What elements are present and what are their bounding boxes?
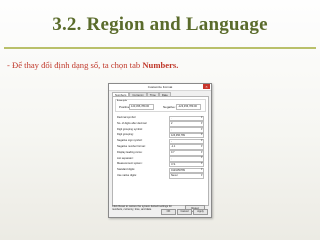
setting-row: Use native digits: Never xyxy=(117,173,205,180)
cancel-button[interactable]: Cancel xyxy=(177,209,192,215)
apply-button[interactable]: Apply xyxy=(193,209,208,215)
title-divider xyxy=(4,47,316,49)
bullet-text: - Để thay đổi định dạng số, ta chọn tab … xyxy=(7,60,178,70)
format-settings: Decimal symbol:. No. of digits after dec… xyxy=(117,115,205,180)
dialog-titlebar: Customize Format × xyxy=(109,84,211,91)
bullet-emphasis: Numbers. xyxy=(142,60,179,70)
setting-label: List separator: xyxy=(117,156,134,160)
setting-label: Decimal symbol: xyxy=(117,116,137,119)
negative-example-field: -123,456,789.00 xyxy=(176,104,201,110)
positive-example-field: 123,456,789.00 xyxy=(129,104,154,110)
customize-format-dialog: Customize Format × Numbers Currency Time… xyxy=(108,83,212,218)
native-digits-select[interactable]: Never xyxy=(169,173,204,180)
example-label: Example xyxy=(117,99,128,102)
setting-label: Digit grouping: xyxy=(117,133,134,137)
dialog-title: Customize Format xyxy=(147,85,173,89)
close-icon[interactable]: × xyxy=(203,84,210,89)
setting-label: Display leading zeros: xyxy=(117,150,143,154)
setting-label: Measurement system: xyxy=(117,162,143,166)
negative-label: Negative: xyxy=(163,105,176,109)
setting-label: Negative sign symbol: xyxy=(117,139,143,143)
dialog-buttons: OK Cancel Apply xyxy=(161,209,208,215)
setting-label: Digit grouping symbol: xyxy=(117,127,143,131)
bullet-prefix: - Để thay đổi định dạng số, ta chọn tab xyxy=(7,60,143,70)
setting-label: Standard digits: xyxy=(117,168,136,172)
numbers-panel: Example Positive: 123,456,789.00 Negativ… xyxy=(112,96,209,206)
setting-label: No. of digits after decimal: xyxy=(117,121,147,125)
setting-label: Negative number format: xyxy=(117,144,146,148)
setting-label: Use native digits: xyxy=(117,173,137,177)
example-group: Example Positive: 123,456,789.00 Negativ… xyxy=(115,99,206,112)
ok-button[interactable]: OK xyxy=(161,209,176,215)
slide-title: 3.2. Region and Language xyxy=(52,14,268,35)
